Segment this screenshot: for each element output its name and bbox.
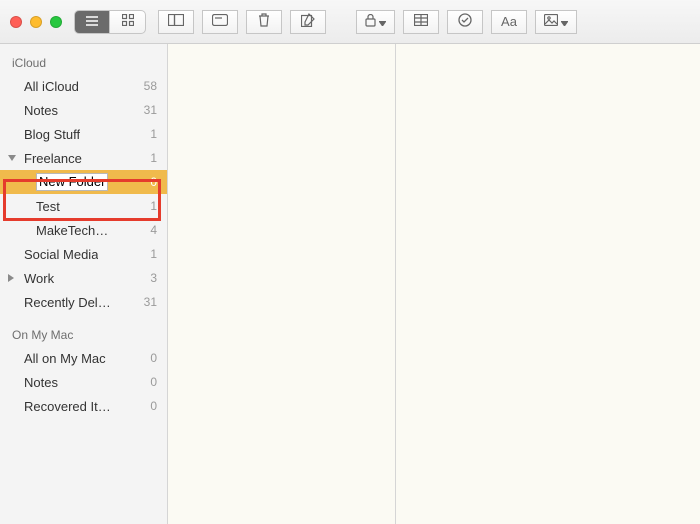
note-editor-pane[interactable] xyxy=(396,44,700,524)
list-view-button[interactable] xyxy=(74,10,110,34)
card-icon xyxy=(212,14,228,29)
compose-button[interactable] xyxy=(290,10,326,34)
sidebar-item-label: Blog Stuff xyxy=(24,127,80,142)
chevron-down-icon xyxy=(561,15,568,29)
format-button[interactable]: Aa xyxy=(491,10,527,34)
titlebar: Aa xyxy=(0,0,700,44)
disclosure-triangle-icon[interactable] xyxy=(8,274,14,282)
attachments-icon xyxy=(168,14,184,29)
sidebar-item-count: 1 xyxy=(144,247,157,261)
toolbar-buttons-right: Aa xyxy=(356,10,577,34)
sidebar-item-label: Freelance xyxy=(24,151,82,166)
sidebar-item-all-onmymac[interactable]: All on My Mac 0 xyxy=(0,346,167,370)
sidebar-item-work[interactable]: Work 3 xyxy=(0,266,167,290)
table-icon xyxy=(414,14,428,29)
sidebar-item-count: 4 xyxy=(144,223,157,237)
sidebar: iCloud All iCloud 58 Notes 31 Blog Stuff… xyxy=(0,44,168,524)
sidebar-item-label: Notes xyxy=(24,375,58,390)
trash-button[interactable] xyxy=(246,10,282,34)
sidebar-item-count: 31 xyxy=(138,295,157,309)
grid-icon xyxy=(122,14,134,29)
sidebar-item-freelance[interactable]: Freelance 1 xyxy=(0,146,167,170)
section-header-onmymac[interactable]: On My Mac xyxy=(0,324,167,346)
sidebar-item-count: 1 xyxy=(144,127,157,141)
app-body: iCloud All iCloud 58 Notes 31 Blog Stuff… xyxy=(0,44,700,524)
lock-button[interactable] xyxy=(356,10,395,34)
close-window-button[interactable] xyxy=(10,16,22,28)
sidebar-item-label: Social Media xyxy=(24,247,98,262)
card-button[interactable] xyxy=(202,10,238,34)
sidebar-item-label: MakeTech… xyxy=(36,223,108,238)
lock-icon xyxy=(365,14,376,30)
section-header-icloud[interactable]: iCloud xyxy=(0,52,167,74)
trash-icon xyxy=(258,13,270,30)
sidebar-item-label: Work xyxy=(24,271,54,286)
sidebar-item-count: 58 xyxy=(138,79,157,93)
sidebar-item-count: 3 xyxy=(144,271,157,285)
checklist-button[interactable] xyxy=(447,10,483,34)
sidebar-item-label: Recently Del… xyxy=(24,295,111,310)
sidebar-item-recently-deleted[interactable]: Recently Del… 31 xyxy=(0,290,167,314)
sidebar-item-notes[interactable]: Notes 31 xyxy=(0,98,167,122)
sidebar-item-count: 0 xyxy=(144,399,157,413)
sidebar-item-count: 1 xyxy=(144,151,157,165)
sidebar-item-label: Notes xyxy=(24,103,58,118)
sidebar-item-blog-stuff[interactable]: Blog Stuff 1 xyxy=(0,122,167,146)
view-mode-segment xyxy=(74,10,146,34)
sidebar-item-label: Recovered It… xyxy=(24,399,111,414)
disclosure-triangle-icon[interactable] xyxy=(8,155,16,161)
chevron-down-icon xyxy=(379,15,386,29)
media-button[interactable] xyxy=(535,10,577,34)
note-list-pane[interactable] xyxy=(168,44,396,524)
sidebar-item-count: 0 xyxy=(144,375,157,389)
sidebar-item-label: Test xyxy=(36,199,60,214)
compose-icon xyxy=(301,13,315,30)
sidebar-item-social-media[interactable]: Social Media 1 xyxy=(0,242,167,266)
format-icon: Aa xyxy=(501,14,517,29)
media-icon xyxy=(544,14,558,29)
attachments-button[interactable] xyxy=(158,10,194,34)
sidebar-item-count: 0 xyxy=(144,351,157,365)
zoom-window-button[interactable] xyxy=(50,16,62,28)
sidebar-item-test[interactable]: Test 1 xyxy=(0,194,167,218)
toolbar-buttons-left xyxy=(158,10,326,34)
sidebar-item-count: 31 xyxy=(138,103,157,117)
sidebar-item-maketech[interactable]: MakeTech… 4 xyxy=(0,218,167,242)
checklist-icon xyxy=(458,13,472,30)
sidebar-item-new-folder[interactable]: New Folder 0 xyxy=(0,170,167,194)
sidebar-item-notes-local[interactable]: Notes 0 xyxy=(0,370,167,394)
folder-rename-input[interactable]: New Folder xyxy=(36,173,108,191)
sidebar-item-label: All on My Mac xyxy=(24,351,106,366)
list-icon xyxy=(85,15,99,29)
minimize-window-button[interactable] xyxy=(30,16,42,28)
sidebar-item-all-icloud[interactable]: All iCloud 58 xyxy=(0,74,167,98)
grid-view-button[interactable] xyxy=(110,10,146,34)
sidebar-item-count: 0 xyxy=(144,175,157,189)
sidebar-item-recovered[interactable]: Recovered It… 0 xyxy=(0,394,167,418)
sidebar-item-label: All iCloud xyxy=(24,79,79,94)
table-button[interactable] xyxy=(403,10,439,34)
window-controls xyxy=(10,16,62,28)
sidebar-item-count: 1 xyxy=(144,199,157,213)
